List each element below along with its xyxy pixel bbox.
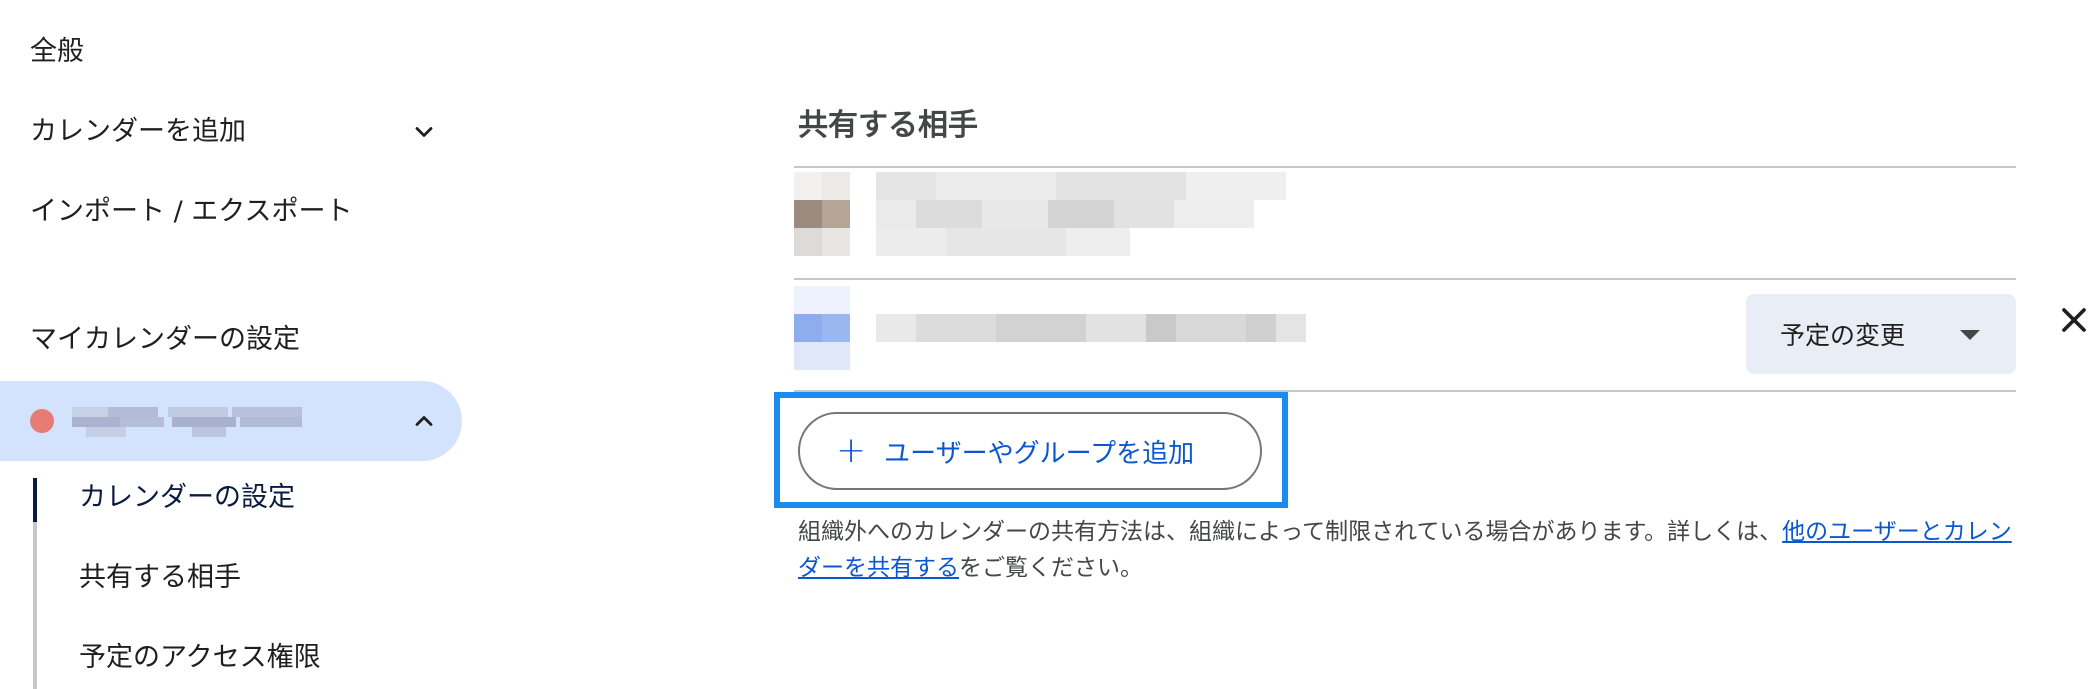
settings-sidebar: 全般 カレンダーを追加 インポート / エクスポート マイカレンダーの設定 カレ… [0,0,470,689]
chevron-up-icon[interactable] [410,407,438,435]
avatar [794,172,850,256]
sidebar-item-import-export[interactable]: インポート / エクスポート [30,194,352,230]
subnav-item-calendar-settings[interactable]: カレンダーの設定 [79,480,295,516]
calendar-name-blur [72,407,312,437]
plus-icon: + [836,430,867,471]
sidebar-item-label: カレンダーを追加 [30,116,246,147]
avatar [794,286,850,370]
my-calendars-heading: マイカレンダーの設定 [30,324,300,355]
sidebar-item-add-calendar[interactable]: カレンダーを追加 [30,114,450,150]
share-name-redacted [876,172,1316,256]
section-title: 共有する相手 [798,108,978,143]
sharing-restriction-note: 組織外へのカレンダーの共有方法は、組織によって制限されている場合があります。詳し… [798,514,2016,586]
share-name-redacted [876,314,1316,342]
subnav-item-event-access[interactable]: 予定のアクセス権限 [79,640,321,676]
permission-dropdown[interactable]: 予定の変更 [1746,294,2016,374]
sidebar-item-selected-calendar[interactable] [0,381,462,461]
add-user-or-group-button[interactable]: + ユーザーやグループを追加 [798,412,1262,490]
share-row: 予定の変更 [794,278,2086,390]
calendar-subnav: カレンダーの設定 共有する相手 予定のアクセス権限 [33,478,433,689]
share-row [794,166,2016,278]
share-list: 予定の変更 [794,166,2086,392]
chevron-down-icon[interactable] [410,118,438,146]
permission-label: 予定の変更 [1780,321,1906,350]
add-button-label: ユーザーやグループを追加 [884,438,1195,469]
close-icon [2062,308,2086,332]
caret-down-icon [1960,330,1980,340]
subnav-item-share-with[interactable]: 共有する相手 [79,560,241,596]
calendar-settings-page: 全般 カレンダーを追加 インポート / エクスポート マイカレンダーの設定 カレ… [0,0,2096,689]
note-text: 組織外へのカレンダーの共有方法は、組織によって制限されている場合があります。詳し… [798,519,1783,545]
share-settings-panel: 共有する相手 予定の変更 + ユーザーやグループを追加 組織外へのカレンダーの共… [774,0,2096,689]
calendar-color-dot [30,409,54,433]
subnav-active-indicator [33,478,37,522]
note-text-suffix: をご覧ください。 [959,555,1143,581]
sidebar-item-general[interactable]: 全般 [30,34,84,70]
remove-share-button[interactable] [2054,300,2094,340]
